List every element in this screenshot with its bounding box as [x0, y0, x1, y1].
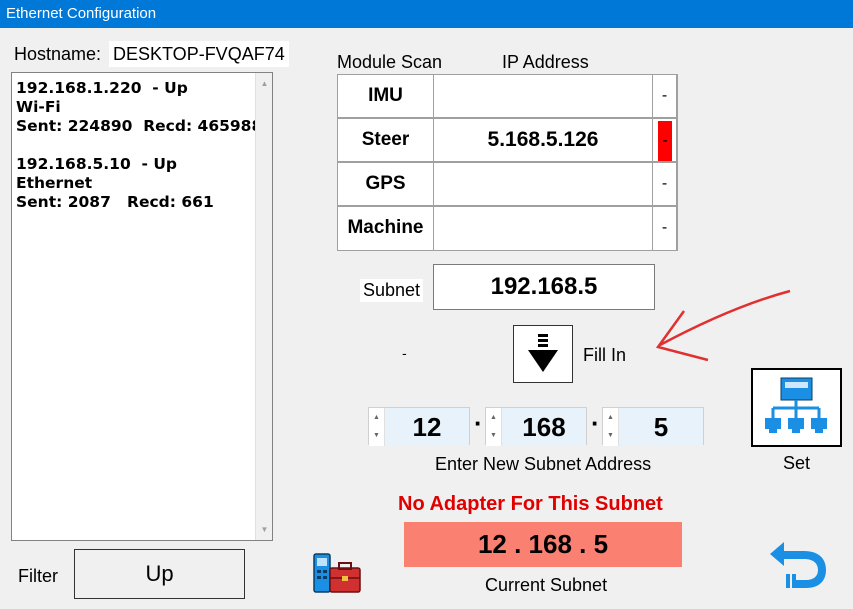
fill-in-label: Fill In — [583, 345, 627, 365]
fill-placeholder-dash: - — [402, 345, 407, 361]
stepper-up-icon[interactable]: ▲ — [607, 414, 614, 421]
annotation-arrow-icon — [655, 289, 791, 362]
adapter-list[interactable]: 192.168.1.220 - Up Wi-Fi Sent: 224890 Re… — [11, 72, 273, 541]
module-name-steer: Steer — [338, 119, 433, 161]
octet-3-stepper[interactable]: ▲ ▼ 5 — [602, 407, 704, 446]
no-adapter-warning: No Adapter For This Subnet — [398, 493, 663, 515]
octet-separator: · — [474, 408, 483, 438]
new-subnet-caption: Enter New Subnet Address — [435, 454, 652, 474]
octet-separator: · — [591, 408, 600, 438]
module-name-machine: Machine — [338, 207, 433, 250]
current-subnet-value: 12 . 168 . 5 — [404, 522, 682, 567]
module-ip-steer: 5.168.5.126 — [434, 119, 652, 161]
stepper-down-icon[interactable]: ▼ — [373, 432, 380, 439]
current-subnet-caption: Current Subnet — [485, 575, 608, 595]
octet-1-stepper[interactable]: ▲ ▼ 12 — [368, 407, 470, 446]
octet-2-value[interactable]: 168 — [502, 408, 586, 446]
module-ip-imu — [434, 75, 652, 117]
stepper-down-icon[interactable]: ▼ — [490, 432, 497, 439]
back-icon — [770, 542, 826, 588]
module-status-steer-flag: - — [658, 121, 672, 161]
stepper-up-icon[interactable]: ▲ — [373, 414, 380, 421]
octet-2-updown[interactable]: ▲ ▼ — [486, 408, 502, 446]
window-title: Ethernet Configuration — [0, 0, 853, 28]
stepper-up-icon[interactable]: ▲ — [490, 414, 497, 421]
subnet-label: Subnet — [360, 279, 424, 302]
octet-2-stepper[interactable]: ▲ ▼ 168 — [485, 407, 587, 446]
arrow-down-icon — [528, 334, 558, 372]
scroll-up-icon[interactable]: ▲ — [256, 75, 273, 92]
octet-3-value[interactable]: 5 — [619, 408, 703, 446]
hostname-label: Hostname: — [14, 44, 102, 64]
module-status-machine: - — [653, 207, 676, 250]
back-button[interactable] — [766, 532, 830, 594]
octet-1-value[interactable]: 12 — [385, 408, 469, 446]
adapter-list-text: 192.168.1.220 - Up Wi-Fi Sent: 224890 Re… — [16, 79, 263, 211]
module-status-steer: - — [653, 119, 676, 161]
fill-in-button[interactable] — [513, 325, 573, 383]
filter-button[interactable]: Up — [74, 549, 245, 599]
module-status-imu: - — [653, 75, 676, 117]
module-ip-machine — [434, 207, 652, 250]
module-scan-table: IMU - Steer 5.168.5.126 - GPS - Machine … — [337, 74, 678, 251]
stepper-down-icon[interactable]: ▼ — [607, 432, 614, 439]
set-label: Set — [783, 453, 811, 473]
module-status-gps: - — [653, 163, 676, 205]
filter-label: Filter — [18, 566, 58, 586]
module-name-imu: IMU — [338, 75, 433, 117]
toolbox-icon[interactable] — [312, 552, 362, 594]
module-scan-header: Module Scan — [337, 52, 443, 72]
subnet-value: 192.168.5 — [433, 264, 655, 310]
set-button[interactable] — [751, 368, 842, 447]
ip-address-header: IP Address — [502, 52, 589, 72]
module-name-gps: GPS — [338, 163, 433, 205]
adapter-list-scrollbar[interactable]: ▲ ▼ — [255, 73, 272, 540]
octet-1-updown[interactable]: ▲ ▼ — [369, 408, 385, 446]
octet-3-updown[interactable]: ▲ ▼ — [603, 408, 619, 446]
module-ip-gps — [434, 163, 652, 205]
network-icon — [765, 377, 827, 433]
scroll-down-icon[interactable]: ▼ — [256, 521, 273, 538]
hostname-value: DESKTOP-FVQAF74 — [109, 41, 289, 67]
